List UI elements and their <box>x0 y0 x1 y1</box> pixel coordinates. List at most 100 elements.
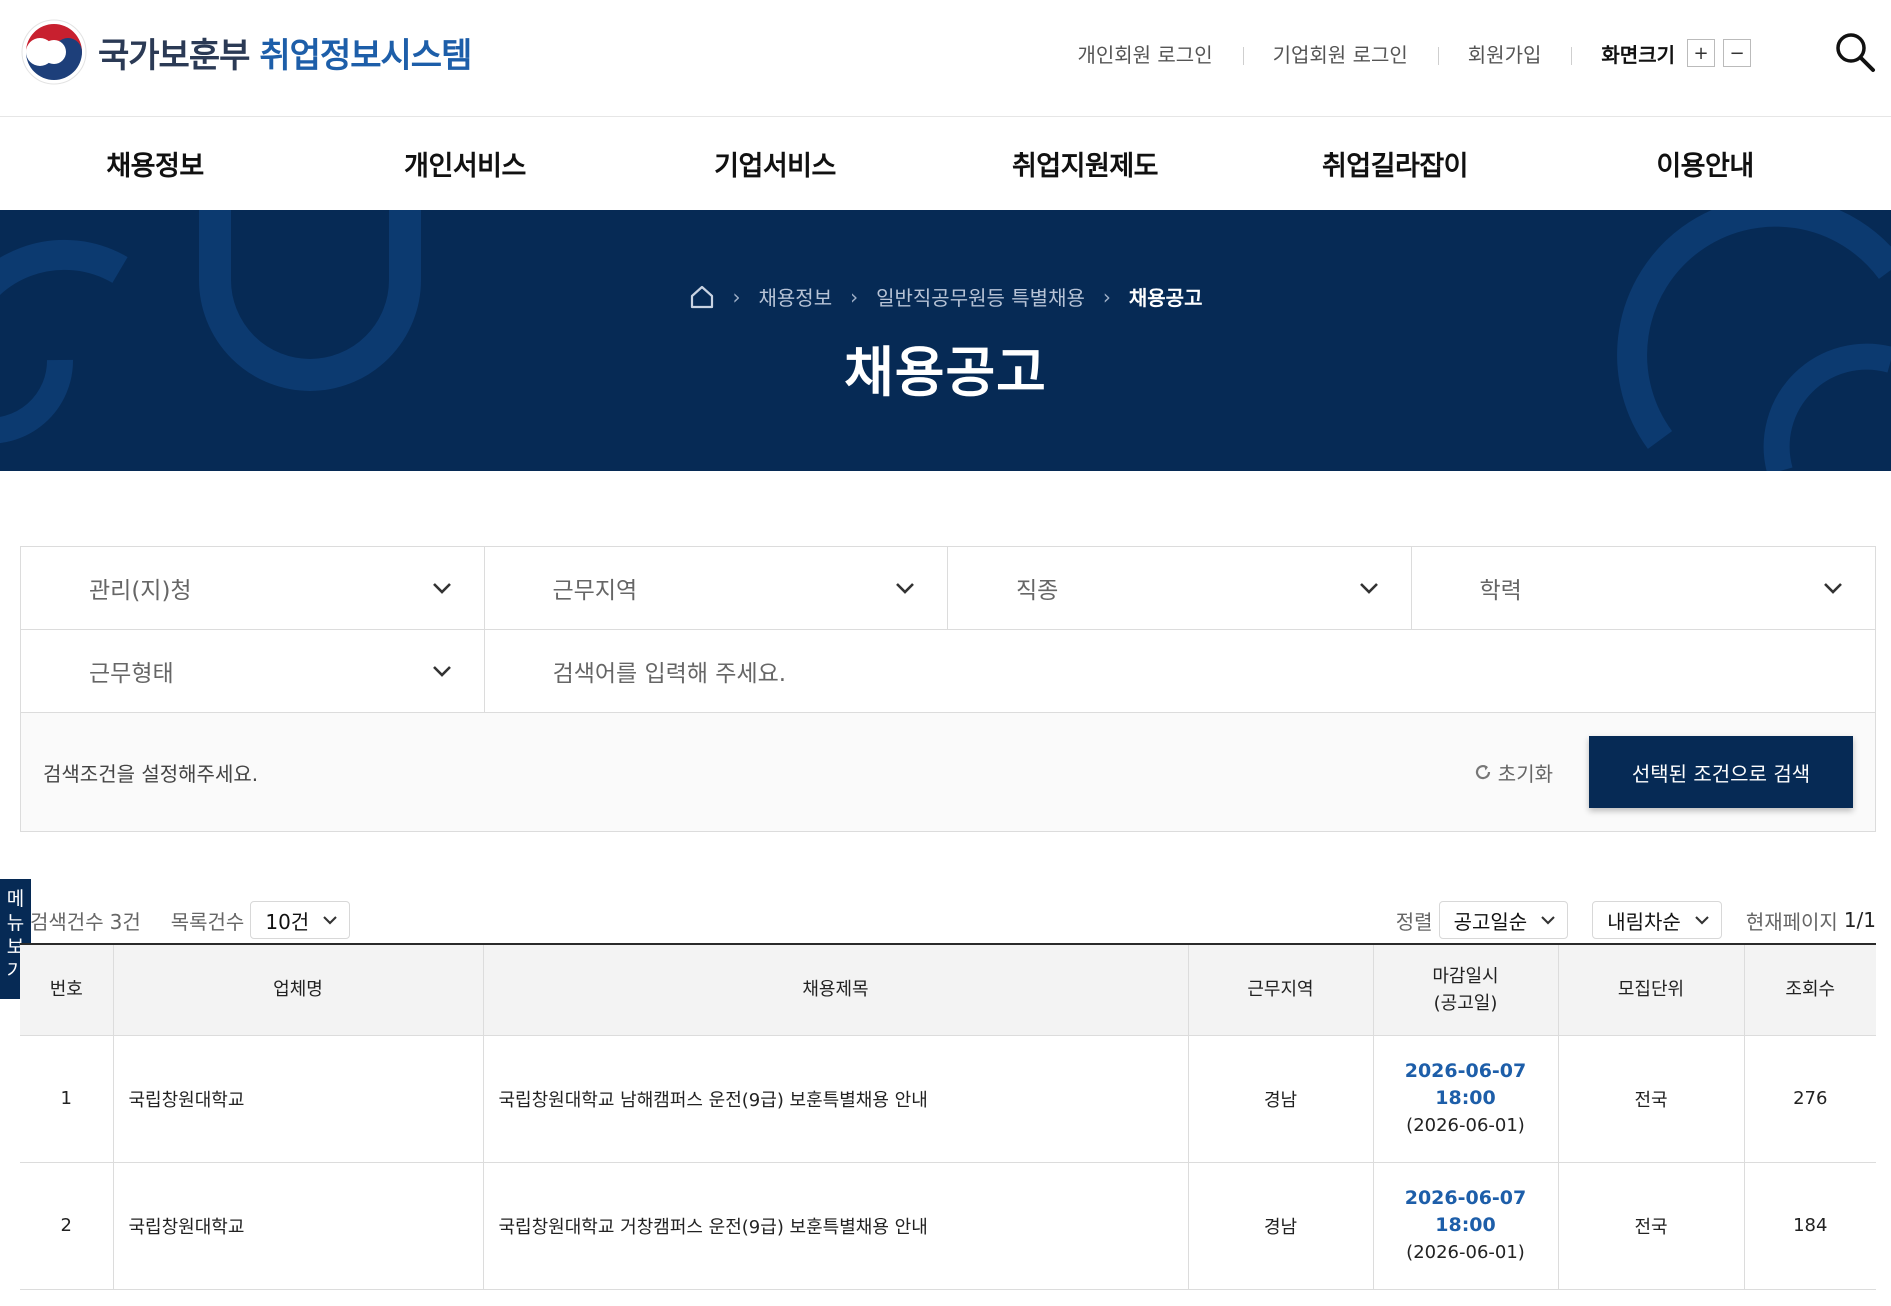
row-title-link[interactable]: 국립창원대학교 거창캠퍼스 운전(9급) 보훈특별채용 안내 <box>483 1162 1189 1290</box>
deadline-time: 18:00 <box>1435 1214 1496 1236</box>
result-count-value: 3건 <box>109 909 141 934</box>
row-unit: 전국 <box>1558 1035 1745 1163</box>
filter-row: 근무형태 검색어를 입력해 주세요. <box>21 630 1875 713</box>
chevron-down-icon <box>432 583 451 594</box>
header-deadline-line1: 마감일시 <box>1432 965 1499 987</box>
chevron-right-icon: › <box>850 284 859 309</box>
order-select[interactable]: 내림차순 <box>1592 901 1722 939</box>
zoom-control: 화면크기 + − <box>1571 39 1751 68</box>
posted-date: (2026-06-01) <box>1406 1115 1525 1136</box>
work-type-select-label: 근무형태 <box>89 661 174 687</box>
job-posting-table: 번호 업체명 채용제목 근무지역 마감일시 (공고일) 모집단위 조회수 1 국… <box>20 943 1876 1290</box>
row-deadline: 2026-06-07 18:00 (2026-06-01) <box>1373 1035 1559 1163</box>
header-region: 근무지역 <box>1188 944 1374 1036</box>
toolbar-right: 정렬 공고일순 내림차순 현재페이지 1/1 <box>1396 900 1876 940</box>
breadcrumb: › 채용정보 › 일반직공무원등 특별채용 › 채용공고 <box>0 282 1891 311</box>
office-select-label: 관리(지)청 <box>89 578 192 604</box>
site-logo[interactable]: 국가보훈부 취업정보시스템 <box>20 18 472 86</box>
row-deadline: 2026-06-07 18:00 (2026-06-01) <box>1373 1162 1559 1290</box>
chevron-down-icon <box>1695 916 1709 925</box>
sort-select[interactable]: 공고일순 <box>1438 901 1569 939</box>
page-size-label: 목록건수 <box>170 909 245 934</box>
page-size-select[interactable]: 10건 <box>250 901 351 939</box>
row-title-link[interactable]: 국립창원대학교 남해캠퍼스 운전(9급) 보훈특별채용 안내 <box>483 1035 1189 1163</box>
chevron-right-icon: › <box>732 284 741 309</box>
row-region: 경남 <box>1188 1162 1374 1290</box>
job-type-select[interactable]: 직종 <box>948 547 1412 629</box>
breadcrumb-item-jobs[interactable]: 채용정보 <box>759 282 833 311</box>
filter-row: 관리(지)청 근무지역 직종 학력 <box>21 547 1875 630</box>
search-icon[interactable] <box>1833 30 1877 74</box>
nav-item-company[interactable]: 기업서비스 <box>620 117 930 210</box>
chevron-down-icon <box>1359 583 1378 594</box>
header-views: 조회수 <box>1744 944 1876 1036</box>
page-banner: › 채용정보 › 일반직공무원등 특별채용 › 채용공고 채용공고 <box>0 210 1891 471</box>
personal-login-link[interactable]: 개인회원 로그인 <box>1047 39 1242 68</box>
deadline-date: 2026-06-07 <box>1404 1060 1527 1082</box>
row-company: 국립창원대학교 <box>113 1035 484 1163</box>
page-title: 채용공고 <box>844 341 1047 404</box>
current-page: 현재페이지 1/1 <box>1746 906 1876 935</box>
nav-item-help[interactable]: 이용안내 <box>1550 117 1860 210</box>
keyword-input-placeholder: 검색어를 입력해 주세요. <box>552 661 787 687</box>
reset-label: 초기화 <box>1497 761 1553 786</box>
job-type-select-label: 직종 <box>1016 578 1059 604</box>
education-select[interactable]: 학력 <box>1412 547 1876 629</box>
site-header: 국가보훈부 취업정보시스템 개인회원 로그인 기업회원 로그인 회원가입 화면크기… <box>0 0 1891 117</box>
deadline-time: 18:00 <box>1435 1087 1496 1109</box>
row-no: 1 <box>20 1035 114 1163</box>
utility-nav: 개인회원 로그인 기업회원 로그인 회원가입 화면크기 + − <box>1047 36 1751 70</box>
nav-item-jobs[interactable]: 채용정보 <box>0 117 310 210</box>
header-no: 번호 <box>20 944 114 1036</box>
sort-group: 정렬 공고일순 <box>1396 901 1569 939</box>
filter-actions: 초기화 선택된 조건으로 검색 <box>1474 736 1853 808</box>
work-type-select[interactable]: 근무형태 <box>21 630 485 712</box>
home-icon[interactable] <box>689 285 715 309</box>
row-unit: 전국 <box>1558 1162 1745 1290</box>
result-count: 검색건수 3건 <box>30 906 141 935</box>
nav-item-personal[interactable]: 개인서비스 <box>310 117 620 210</box>
chevron-down-icon <box>432 666 451 677</box>
zoom-in-button[interactable]: + <box>1687 39 1715 67</box>
chevron-down-icon <box>323 916 337 925</box>
breadcrumb-item-special-hire[interactable]: 일반직공무원등 특별채용 <box>876 282 1085 311</box>
current-page-label: 현재페이지 <box>1745 909 1838 934</box>
company-login-link[interactable]: 기업회원 로그인 <box>1242 39 1438 68</box>
table-row[interactable]: 1 국립창원대학교 국립창원대학교 남해캠퍼스 운전(9급) 보훈특별채용 안내… <box>20 1035 1876 1163</box>
row-region: 경남 <box>1188 1035 1374 1163</box>
region-select[interactable]: 근무지역 <box>485 547 948 629</box>
education-select-label: 학력 <box>1479 578 1522 604</box>
region-select-label: 근무지역 <box>552 578 638 604</box>
main-nav: 채용정보 개인서비스 기업서비스 취업지원제도 취업길라잡이 이용안내 <box>0 117 1891 210</box>
table-header-row: 번호 업체명 채용제목 근무지역 마감일시 (공고일) 모집단위 조회수 <box>20 944 1876 1036</box>
table-row[interactable]: 2 국립창원대학교 국립창원대학교 거창캠퍼스 운전(9급) 보훈특별채용 안내… <box>20 1162 1876 1290</box>
taegeuk-emblem-icon <box>21 19 87 85</box>
header-unit: 모집단위 <box>1558 944 1745 1036</box>
reset-button[interactable]: 초기화 <box>1474 758 1553 787</box>
list-toolbar: 검색건수 3건 목록건수 10건 정렬 공고일순 내림차순 현재페이지 1/1 <box>30 900 1876 940</box>
header-title: 채용제목 <box>483 944 1189 1036</box>
nav-item-guide[interactable]: 취업길라잡이 <box>1240 117 1550 210</box>
signup-link[interactable]: 회원가입 <box>1437 39 1572 68</box>
office-select[interactable]: 관리(지)청 <box>21 547 485 629</box>
current-page-value: 1/1 <box>1843 908 1876 932</box>
keyword-input[interactable]: 검색어를 입력해 주세요. <box>485 630 1875 712</box>
page-size: 목록건수 10건 <box>170 901 351 939</box>
menu-view-char: 뉴 <box>6 912 25 934</box>
zoom-out-button[interactable]: − <box>1723 39 1751 67</box>
filter-hint-text: 검색조건을 설정해주세요. <box>43 761 259 786</box>
header-deadline: 마감일시 (공고일) <box>1373 944 1559 1036</box>
refresh-icon <box>1475 764 1490 780</box>
logo-text-ministry: 국가보훈부 <box>98 35 250 76</box>
chevron-right-icon: › <box>1102 284 1111 309</box>
search-submit-button[interactable]: 선택된 조건으로 검색 <box>1589 736 1853 808</box>
sort-value: 공고일순 <box>1453 909 1528 934</box>
chevron-down-icon <box>896 583 914 594</box>
site-title: 국가보훈부 취업정보시스템 <box>98 28 472 77</box>
header-deadline-line2: (공고일) <box>1433 992 1498 1014</box>
filter-summary-bar: 검색조건을 설정해주세요. 초기화 선택된 조건으로 검색 <box>21 713 1875 831</box>
toolbar-left: 검색건수 3건 목록건수 10건 <box>30 900 351 940</box>
search-filter-panel: 관리(지)청 근무지역 직종 학력 근무형태 검색어를 입력해 주세요. 검색조… <box>20 546 1876 832</box>
row-views: 184 <box>1744 1162 1876 1290</box>
nav-item-support[interactable]: 취업지원제도 <box>930 117 1240 210</box>
